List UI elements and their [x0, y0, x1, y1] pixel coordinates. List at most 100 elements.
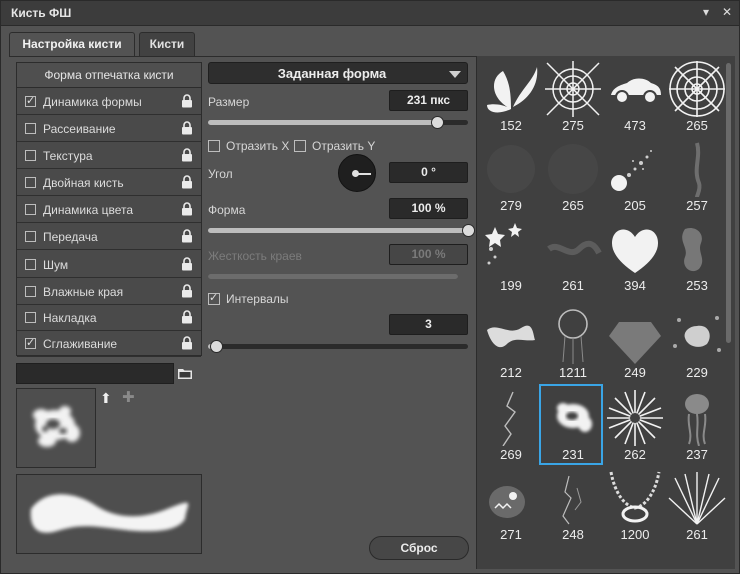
lock-icon[interactable]: [181, 148, 193, 162]
brush-option-row[interactable]: Шум: [17, 252, 201, 278]
lock-icon[interactable]: [181, 94, 193, 108]
brush-preset[interactable]: 262: [603, 386, 667, 467]
brush-preset-thumbnail: [605, 139, 665, 197]
roundness-slider-handle[interactable]: [462, 224, 475, 237]
brush-preset[interactable]: 275: [541, 57, 605, 138]
brush-option-label[interactable]: Динамика формы: [43, 95, 142, 109]
angle-dial[interactable]: [338, 154, 376, 192]
brush-option-label[interactable]: Динамика цвета: [43, 203, 133, 217]
lock-icon[interactable]: [181, 229, 193, 243]
brush-tip-shape-header[interactable]: Форма отпечатка кисти: [17, 63, 201, 88]
brush-preset[interactable]: 269: [479, 386, 543, 467]
brush-preset[interactable]: 265: [665, 57, 729, 138]
lock-icon[interactable]: [181, 175, 193, 189]
brush-option-checkbox[interactable]: [25, 204, 36, 215]
upload-icon[interactable]: ⬆: [100, 390, 112, 407]
brush-preset[interactable]: 261: [665, 466, 729, 547]
brush-option-checkbox[interactable]: [25, 259, 36, 270]
brush-grid-scrollbar[interactable]: [726, 63, 731, 343]
spacing-checkbox[interactable]: [208, 291, 220, 305]
brush-option-checkbox[interactable]: [25, 312, 36, 323]
brush-preset[interactable]: 394: [603, 217, 667, 298]
brush-preset[interactable]: 205: [603, 137, 667, 218]
brush-option-row[interactable]: Сглаживание: [17, 331, 201, 357]
spacing-slider[interactable]: [208, 344, 468, 349]
brush-option-label[interactable]: Накладка: [43, 311, 97, 325]
flip-y-checkbox[interactable]: [294, 140, 306, 152]
brush-option-checkbox[interactable]: [25, 336, 36, 349]
brush-preset-thumbnail: [667, 59, 727, 117]
lock-icon[interactable]: [181, 257, 193, 271]
brush-option-label[interactable]: Рассеивание: [43, 122, 116, 136]
brush-option-row[interactable]: Влажные края: [17, 279, 201, 305]
preset-path-field[interactable]: [16, 363, 174, 384]
brush-option-checkbox[interactable]: [25, 150, 36, 161]
roundness-input[interactable]: 100 %: [389, 198, 468, 219]
brush-option-row[interactable]: Накладка: [17, 305, 201, 331]
brush-preset[interactable]: 231: [539, 384, 603, 465]
brush-preset-size: 205: [624, 198, 646, 213]
brush-option-row[interactable]: Передача: [17, 224, 201, 250]
brush-preset[interactable]: 1200: [603, 466, 667, 547]
size-slider[interactable]: [208, 120, 468, 125]
brush-preset-size: 261: [562, 278, 584, 293]
brush-preset[interactable]: 253: [665, 217, 729, 298]
spacing-input[interactable]: 3: [389, 314, 468, 335]
reset-button[interactable]: Сброс: [369, 536, 469, 560]
lock-icon[interactable]: [181, 310, 193, 324]
brush-preset-thumbnail: [605, 468, 665, 526]
folder-icon[interactable]: [177, 367, 193, 380]
brush-option-row[interactable]: Динамика цвета: [17, 197, 201, 223]
brush-option-label[interactable]: Текстура: [43, 149, 93, 163]
brush-option-row[interactable]: Двойная кисть: [17, 170, 201, 196]
brush-option-label[interactable]: Двойная кисть: [43, 176, 124, 190]
brush-option-label[interactable]: Передача: [43, 230, 98, 244]
brush-preset[interactable]: 152: [479, 57, 543, 138]
tab-brush-settings[interactable]: Настройка кисти: [9, 32, 135, 57]
brush-preset[interactable]: 271: [479, 466, 543, 547]
angle-dial-center: [352, 170, 359, 177]
brush-preset[interactable]: 212: [479, 304, 543, 385]
brush-option-row[interactable]: Рассеивание: [17, 116, 201, 142]
brush-preset[interactable]: 1211: [541, 304, 605, 385]
tab-brushes[interactable]: Кисти: [139, 32, 195, 56]
brush-option-checkbox[interactable]: [25, 231, 36, 242]
lock-icon[interactable]: [181, 284, 193, 298]
brush-preset[interactable]: 261: [541, 217, 605, 298]
brush-option-label[interactable]: Шум: [43, 258, 68, 272]
brush-option-label[interactable]: Влажные края: [43, 285, 123, 299]
size-input[interactable]: 231 пкс: [389, 90, 468, 111]
brush-preset[interactable]: 473: [603, 57, 667, 138]
brush-preset[interactable]: 199: [479, 217, 543, 298]
brush-preset[interactable]: 265: [541, 137, 605, 218]
brush-option-checkbox[interactable]: [25, 177, 36, 188]
brush-shape-dropdown[interactable]: Заданная форма: [208, 62, 468, 84]
brush-preset[interactable]: 237: [665, 386, 729, 467]
brush-option-checkbox[interactable]: [25, 286, 36, 297]
brush-option-label[interactable]: Сглаживание: [43, 337, 117, 351]
size-slider-handle[interactable]: [431, 116, 444, 129]
panel-menu-icon[interactable]: ▾: [703, 5, 709, 19]
flip-x-checkbox[interactable]: [208, 140, 220, 152]
brush-preset[interactable]: 279: [479, 137, 543, 218]
brush-preset[interactable]: 257: [665, 137, 729, 218]
brush-preset[interactable]: 249: [603, 304, 667, 385]
roundness-slider[interactable]: [208, 228, 468, 233]
plus-icon[interactable]: ✚: [122, 388, 135, 406]
brush-preset-thumbnail: [481, 468, 541, 526]
brush-option-checkbox[interactable]: [25, 94, 36, 107]
angle-input[interactable]: 0 °: [389, 162, 468, 183]
brush-preset-size: 269: [500, 447, 522, 462]
brush-preset[interactable]: 229: [665, 304, 729, 385]
brush-option-checkbox[interactable]: [25, 123, 36, 134]
brush-preset[interactable]: 248: [541, 466, 605, 547]
brush-option-row[interactable]: Текстура: [17, 143, 201, 169]
brush-tip-preview: [16, 388, 96, 468]
lock-icon[interactable]: [181, 121, 193, 135]
lock-icon[interactable]: [181, 336, 193, 350]
spacing-slider-handle[interactable]: [210, 340, 223, 353]
brush-preset-size: 275: [562, 118, 584, 133]
lock-icon[interactable]: [181, 202, 193, 216]
brush-option-row[interactable]: Динамика формы: [17, 89, 201, 115]
close-icon[interactable]: ✕: [722, 5, 732, 19]
